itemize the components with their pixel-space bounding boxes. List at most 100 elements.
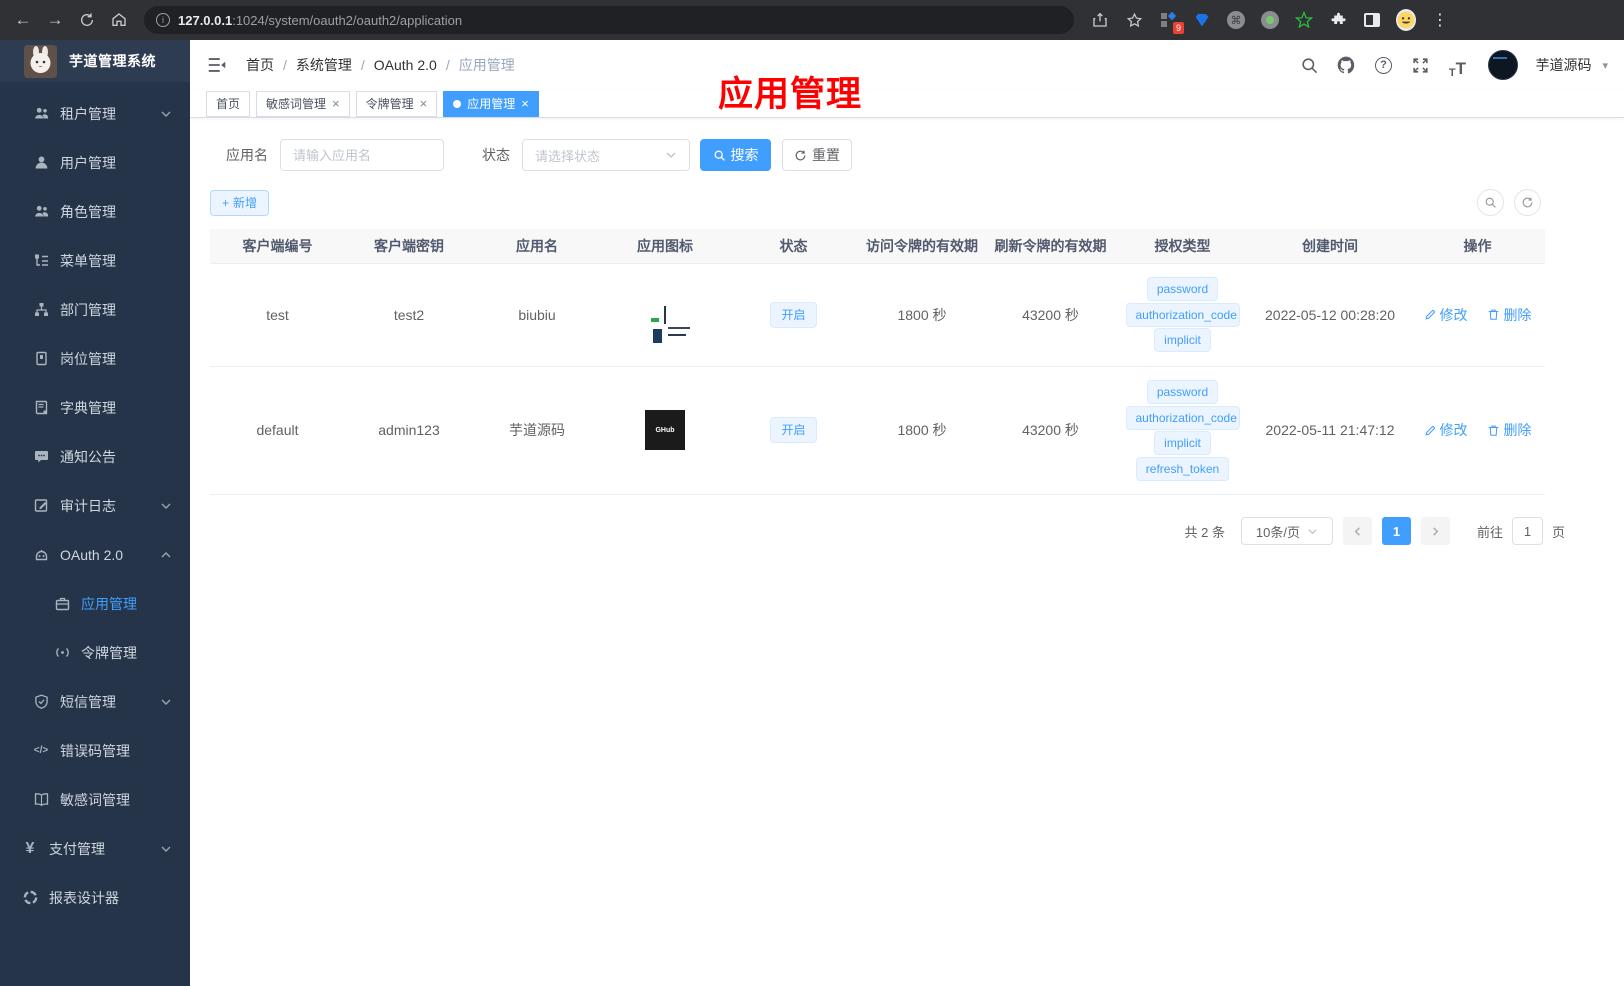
- sidebar-item-user[interactable]: 用户管理: [0, 138, 190, 187]
- extension-tabs-button[interactable]: 9: [1158, 10, 1184, 34]
- font-size-button[interactable]: TT: [1443, 51, 1471, 79]
- table-row: test test2 biubiu 开启 1800 秒 43200 秒 pass…: [210, 263, 1545, 367]
- active-dot-icon: [453, 99, 462, 108]
- table-header-row: 客户端编号 客户端密钥 应用名 应用图标 状态 访问令牌的有效期 刷新令牌的有效…: [210, 229, 1545, 264]
- edit-link[interactable]: 修改: [1424, 420, 1468, 440]
- github-link-button[interactable]: [1332, 51, 1360, 79]
- delete-link[interactable]: 删除: [1487, 420, 1531, 440]
- col-app-icon: 应用图标: [601, 229, 729, 264]
- tab-label: 敏感词管理: [266, 97, 327, 111]
- tab-application[interactable]: 应用管理 ×: [443, 90, 539, 117]
- close-icon[interactable]: ×: [521, 97, 529, 110]
- sidebar-item-error-code[interactable]: </> 错误码管理: [0, 726, 190, 775]
- cell-access-ttl: 1800 秒: [858, 263, 986, 367]
- robot-icon: [33, 547, 49, 563]
- sidebar-item-label: 用户管理: [60, 154, 116, 171]
- sidebar-item-label: 短信管理: [60, 693, 116, 710]
- address-bar[interactable]: i 127.0.0.1:1024/system/oauth2/oauth2/ap…: [144, 6, 1074, 34]
- chevron-down-icon: [160, 108, 172, 120]
- sidebar-item-oauth[interactable]: OAuth 2.0: [0, 530, 190, 579]
- open-book-icon: [33, 792, 49, 808]
- sidebar-item-label: 菜单管理: [60, 252, 116, 269]
- header-search-button[interactable]: [1295, 51, 1323, 79]
- sidebar-item-label: 错误码管理: [60, 742, 130, 759]
- sidebar-item-label: 字典管理: [60, 399, 116, 416]
- breadcrumb-system[interactable]: 系统管理: [296, 55, 352, 75]
- browser-reload-button[interactable]: [72, 5, 102, 35]
- status-select[interactable]: 请选择状态: [522, 139, 690, 171]
- grant-type-tag: refresh_token: [1135, 456, 1230, 481]
- sidebar-item-payment[interactable]: ¥ 支付管理: [0, 824, 190, 873]
- page-unit-label: 页: [1551, 524, 1565, 540]
- reset-button[interactable]: 重置: [782, 139, 852, 171]
- tab-token[interactable]: 令牌管理 ×: [355, 90, 438, 117]
- col-access-ttl: 访问令牌的有效期: [858, 229, 986, 264]
- sidebar-item-label: 支付管理: [49, 840, 105, 857]
- sidebar-item-sms[interactable]: 短信管理: [0, 677, 190, 726]
- url-host: 127.0.0.1: [178, 12, 233, 28]
- collapse-sidebar-button[interactable]: [206, 54, 228, 76]
- browser-home-button[interactable]: [104, 5, 134, 35]
- browser-back-button[interactable]: ←: [8, 5, 38, 35]
- tab-sensitive-word[interactable]: 敏感词管理 ×: [256, 90, 350, 117]
- sidebar-item-oauth-application[interactable]: 应用管理: [0, 579, 190, 628]
- show-search-toggle-button[interactable]: [1477, 189, 1504, 216]
- page-size-select[interactable]: 10条/页: [1240, 517, 1333, 545]
- username: 芋道源码: [1535, 57, 1592, 73]
- sidebar: 芋道管理系统 租户管理 用户管理 角色管理 菜单管理 部门管理 岗位管理 字典管…: [0, 40, 190, 986]
- delete-link[interactable]: 删除: [1487, 305, 1531, 325]
- grant-type-tag: authorization_code: [1125, 302, 1240, 327]
- cell-client-id: default: [210, 366, 345, 495]
- fullscreen-button[interactable]: [1406, 51, 1434, 79]
- sidebar-item-role[interactable]: 角色管理: [0, 187, 190, 236]
- user-menu-caret-icon[interactable]: ▾: [1602, 59, 1608, 72]
- cell-app-icon: [601, 263, 729, 367]
- help-button[interactable]: ?: [1369, 51, 1397, 79]
- user-avatar[interactable]: [1488, 50, 1519, 80]
- goto-page-input[interactable]: [1511, 517, 1543, 545]
- extension-record-button[interactable]: [1260, 10, 1280, 30]
- breadcrumb-oauth[interactable]: OAuth 2.0: [374, 57, 437, 73]
- tab-home[interactable]: 首页: [206, 90, 251, 117]
- sidebar-logo[interactable]: 芋道管理系统: [0, 40, 190, 82]
- main-area: 应用管理 首页 / 系统管理 / OAuth 2.0 / 应用管理 ? T T …: [190, 40, 1624, 986]
- close-icon[interactable]: ×: [332, 97, 340, 110]
- command-extension-icon: ⌘: [1227, 11, 1245, 29]
- goto-label: 前往: [1476, 524, 1503, 540]
- sidebar-item-report-designer[interactable]: 报表设计器: [0, 873, 190, 922]
- sidebar-item-dict[interactable]: 字典管理: [0, 383, 190, 432]
- extension-star-button[interactable]: [1294, 10, 1314, 30]
- site-info-icon[interactable]: i: [156, 13, 170, 27]
- breadcrumb-home[interactable]: 首页: [246, 55, 274, 75]
- sidebar-item-dept[interactable]: 部门管理: [0, 285, 190, 334]
- sidebar-item-oauth-token[interactable]: 令牌管理: [0, 628, 190, 677]
- extensions-menu-button[interactable]: [1328, 10, 1348, 30]
- reset-button-label: 重置: [812, 147, 840, 163]
- sidebar-item-notice[interactable]: 通知公告: [0, 432, 190, 481]
- cell-actions: 修改 删除: [1410, 263, 1545, 367]
- bookmark-button[interactable]: [1124, 10, 1144, 30]
- sidebar-item-audit-log[interactable]: 审计日志: [0, 481, 190, 530]
- tags-view-bar: 首页 敏感词管理 × 令牌管理 × 应用管理 ×: [190, 90, 1624, 118]
- profile-button[interactable]: [1396, 9, 1416, 31]
- sidebar-item-menu[interactable]: 菜单管理: [0, 236, 190, 285]
- sidebar-item-sensitive-word[interactable]: 敏感词管理: [0, 775, 190, 824]
- extension-command-button[interactable]: ⌘: [1226, 10, 1246, 30]
- sidebar-item-tenant[interactable]: 租户管理: [0, 89, 190, 138]
- browser-forward-button[interactable]: →: [40, 5, 70, 35]
- prev-page-button[interactable]: [1342, 517, 1372, 545]
- browser-menu-button[interactable]: ⋮: [1430, 10, 1450, 30]
- edit-link[interactable]: 修改: [1424, 305, 1468, 325]
- search-button[interactable]: 搜索: [700, 139, 771, 171]
- refresh-table-button[interactable]: [1514, 189, 1541, 216]
- side-panel-button[interactable]: [1362, 10, 1382, 30]
- close-icon[interactable]: ×: [420, 97, 428, 110]
- page-number-button[interactable]: 1: [1381, 517, 1411, 545]
- sidebar-item-post[interactable]: 岗位管理: [0, 334, 190, 383]
- extension-gem-button[interactable]: [1192, 10, 1212, 30]
- add-button[interactable]: + 新增: [210, 189, 270, 216]
- app-name-input[interactable]: [280, 139, 444, 171]
- share-button[interactable]: [1090, 10, 1110, 30]
- next-page-button[interactable]: [1420, 517, 1450, 545]
- text-size-big-icon: T: [1455, 59, 1467, 78]
